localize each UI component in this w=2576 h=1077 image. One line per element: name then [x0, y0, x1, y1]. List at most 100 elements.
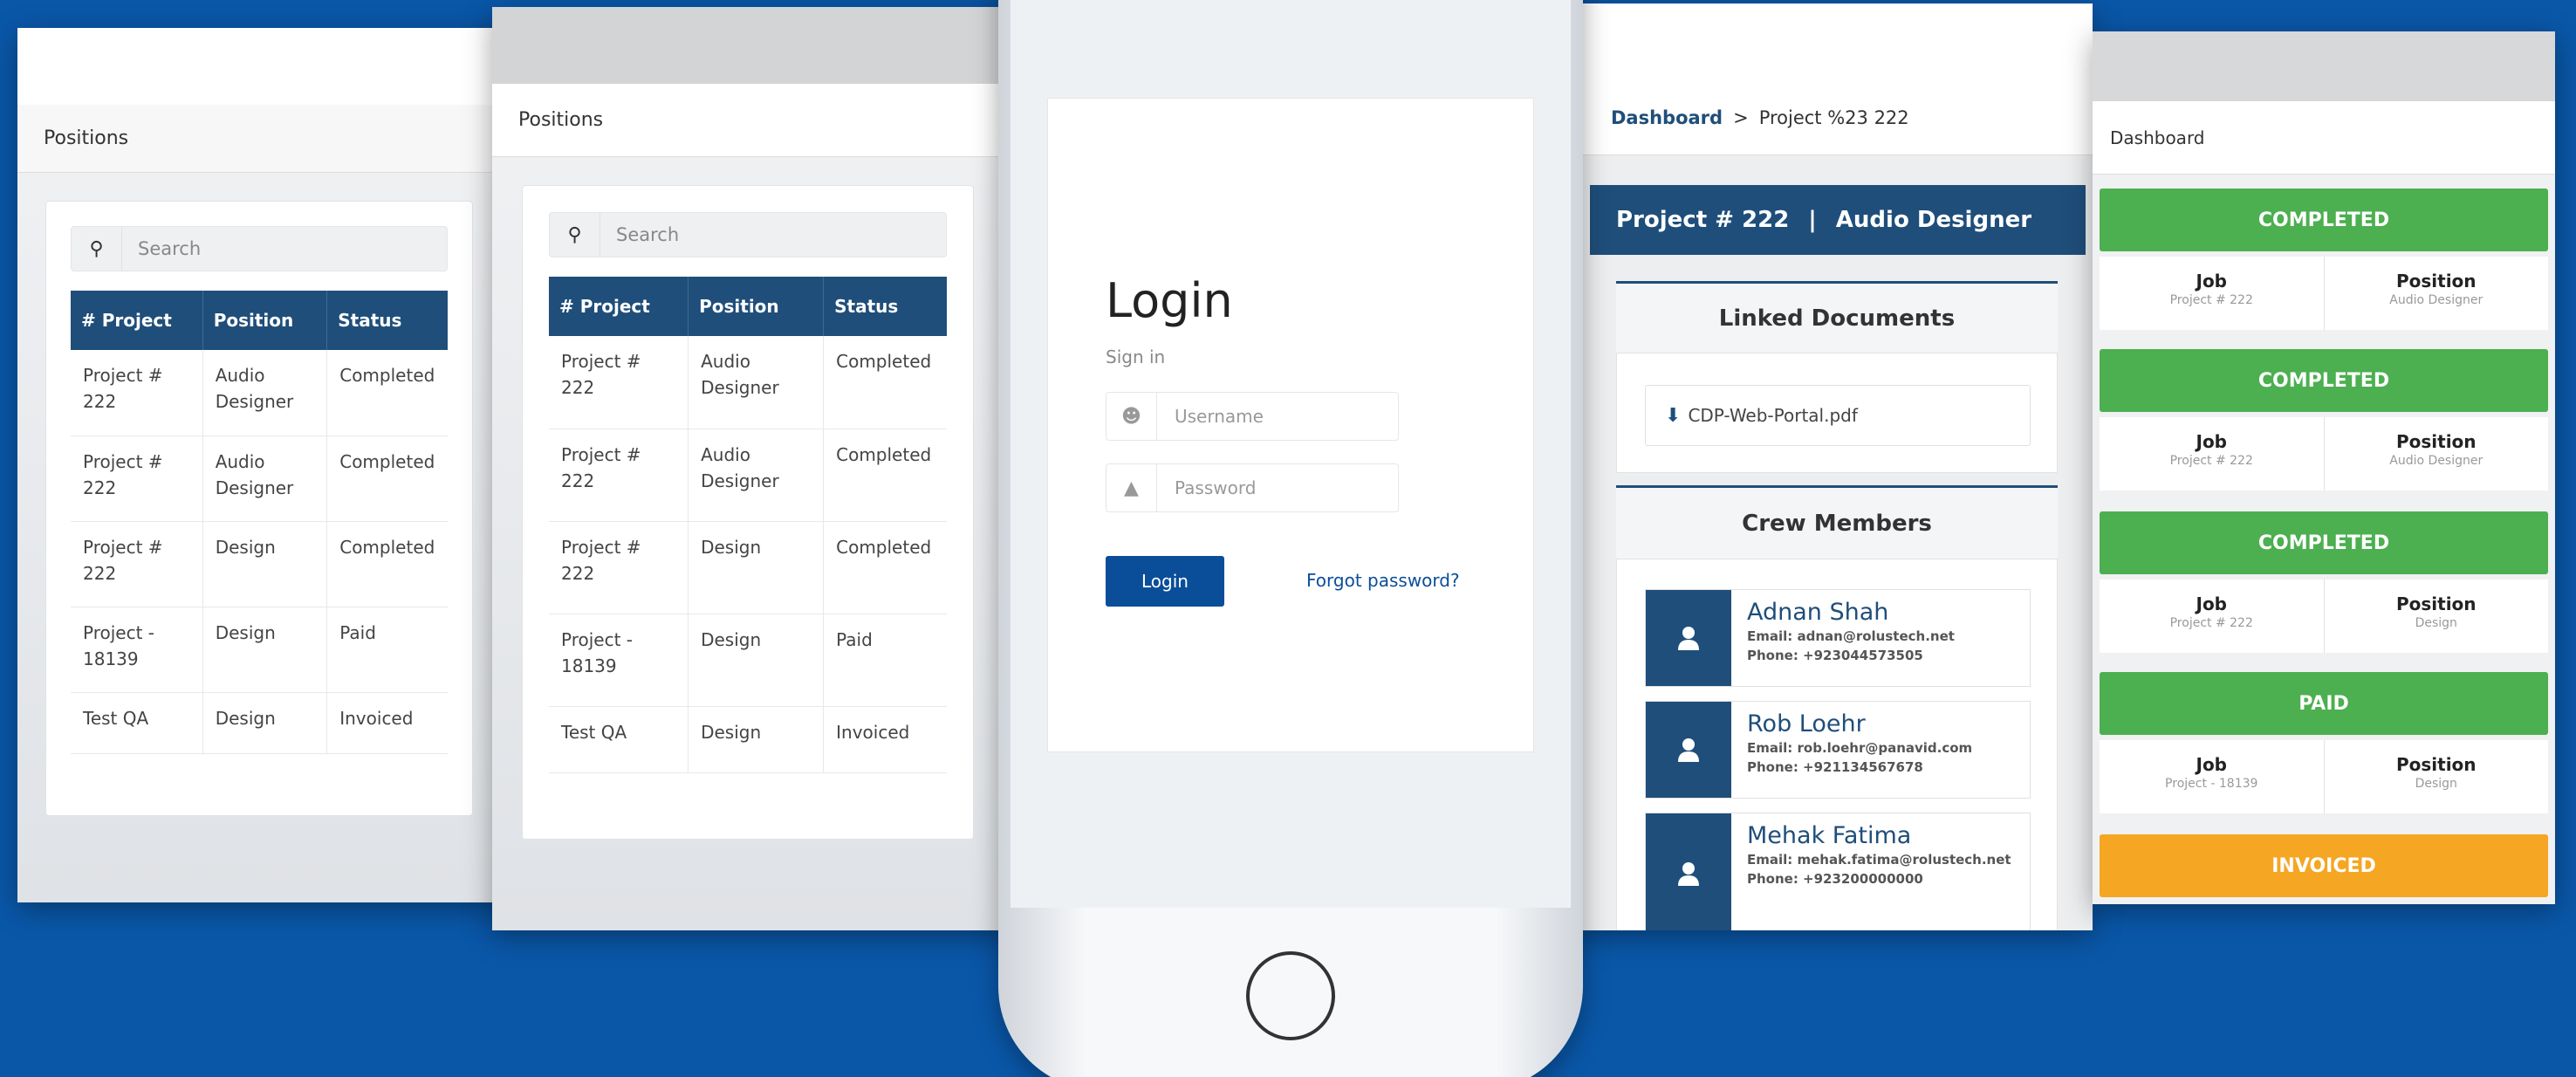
table-header-row: # Project Position Status: [549, 277, 947, 336]
cell-status: Completed: [326, 350, 448, 436]
cell-project: Project # 222: [71, 436, 203, 522]
search-icon: ⚲: [72, 227, 122, 271]
col-status[interactable]: Status: [823, 277, 947, 336]
cell-position: Audio Designer: [202, 436, 328, 522]
crew-name: Adnan Shah: [1747, 599, 1889, 626]
col-status[interactable]: Status: [326, 291, 448, 350]
crew-email[interactable]: Email: rob.loehr@panavid.com: [1747, 738, 1972, 758]
crew-member-card[interactable]: Mehak Fatima Email: mehak.fatima@roluste…: [1645, 813, 2031, 930]
table-row[interactable]: Project # 222 Audio Designer Completed: [549, 429, 947, 522]
cell-project: Test QA: [71, 692, 203, 754]
crew-members-header: Crew Members: [1616, 485, 2058, 559]
position-label: Position: [2395, 593, 2477, 614]
search-box[interactable]: ⚲ Search: [71, 226, 448, 271]
crew-email[interactable]: Email: adnan@rolustech.net: [1747, 627, 1955, 646]
col-position[interactable]: Position: [688, 277, 825, 336]
job-label: Job: [2196, 431, 2228, 452]
position-cell: Position Audio Designer: [2325, 417, 2549, 490]
phone-screen: Login Sign in ☻ Username ▲ Password Logi…: [1011, 0, 1571, 908]
search-icon: ⚲: [550, 213, 600, 257]
home-button[interactable]: [1246, 951, 1335, 1040]
job-position-row[interactable]: Job Project # 222 Position Design: [2100, 580, 2548, 653]
position-label: Position: [2395, 271, 2477, 292]
document-link[interactable]: ⬇ CDP-Web-Portal.pdf: [1645, 385, 2031, 446]
table-header-row: # Project Position Status: [71, 291, 448, 350]
crew-members-body: Adnan Shah Email: adnan@rolustech.net Ph…: [1616, 559, 2058, 930]
positions-card: ⚲ Search # Project Position Status Proje…: [45, 201, 473, 816]
search-input[interactable]: Search: [122, 238, 201, 259]
user-avatar-icon: [1646, 702, 1731, 798]
cell-status: Paid: [326, 607, 448, 693]
job-cell: Job Project # 222: [2100, 417, 2325, 490]
col-project[interactable]: # Project: [71, 291, 203, 350]
password-input[interactable]: Password: [1157, 477, 1256, 498]
status-text: COMPLETED: [2257, 369, 2390, 392]
cell-position: Design: [688, 614, 825, 707]
status-badge: COMPLETED: [2100, 349, 2548, 412]
password-field[interactable]: ▲ Password: [1106, 463, 1399, 512]
table-row[interactable]: Project # 222 Design Completed: [549, 521, 947, 614]
breadcrumb-current: Project %23 222: [1758, 106, 1909, 128]
table-row[interactable]: Test QA Design Invoiced: [549, 706, 947, 773]
positions-table: # Project Position Status Project # 222 A…: [71, 291, 448, 754]
job-position-row[interactable]: Job Project # 222 Position Audio Designer: [2100, 257, 2548, 330]
job-label: Job: [2196, 593, 2228, 614]
job-value: Project # 222: [2169, 616, 2253, 630]
panel-topbar-grey: [2093, 31, 2555, 101]
username-input[interactable]: Username: [1157, 406, 1264, 427]
cell-position: Design: [688, 706, 825, 773]
positions-table-wrap: # Project Position Status Project # 222 A…: [71, 291, 448, 754]
cell-project: Project # 222: [71, 350, 203, 436]
download-icon: ⬇: [1665, 404, 1682, 427]
header-separator: |: [1808, 207, 1817, 233]
table-row[interactable]: Project - 18139 Design Paid: [71, 607, 448, 693]
crew-phone[interactable]: Phone: +923200000000: [1747, 869, 2011, 888]
cell-position: Audio Designer: [688, 429, 825, 522]
position-value: Audio Designer: [2389, 454, 2484, 468]
cell-project: Project # 222: [71, 521, 203, 607]
user-avatar-icon: [1646, 590, 1731, 686]
crew-member-card[interactable]: Adnan Shah Email: adnan@rolustech.net Ph…: [1645, 589, 2031, 687]
table-row[interactable]: Project # 222 Audio Designer Completed: [549, 336, 947, 429]
positions-table-wrap: # Project Position Status Project # 222 A…: [549, 277, 947, 773]
job-value: Project # 222: [2169, 454, 2253, 468]
col-position[interactable]: Position: [202, 291, 328, 350]
positions-panel-left: Positions ⚲ Search # Project Position St…: [17, 28, 506, 902]
crew-phone[interactable]: Phone: +923044573505: [1747, 646, 1955, 665]
table-row[interactable]: Project # 222 Audio Designer Completed: [71, 350, 448, 436]
login-button[interactable]: Login: [1106, 556, 1224, 607]
positions-card: ⚲ Search # Project Position Status Proje…: [522, 185, 974, 840]
job-position-row[interactable]: Job Project # 222 Position Audio Designer: [2100, 417, 2548, 490]
table-row[interactable]: Project # 222 Design Completed: [71, 521, 448, 607]
cell-position: Design: [202, 692, 328, 754]
username-field[interactable]: ☻ Username: [1106, 392, 1399, 441]
breadcrumb-separator: >: [1733, 106, 1749, 128]
search-input[interactable]: Search: [600, 224, 679, 245]
position-cell: Position Audio Designer: [2325, 257, 2549, 330]
panel-topbar-blank: [1571, 3, 2093, 80]
dashboard-topbar: Dashboard: [2093, 101, 2555, 175]
search-box[interactable]: ⚲ Search: [549, 212, 947, 257]
cell-project: Project # 222: [549, 521, 689, 614]
job-value: Project - 18139: [2165, 777, 2258, 791]
cell-status: Invoiced: [326, 692, 448, 754]
crew-member-card[interactable]: Rob Loehr Email: rob.loehr@panavid.com P…: [1645, 701, 2031, 799]
crew-email[interactable]: Email: mehak.fatima@rolustech.net: [1747, 850, 2011, 869]
crew-phone[interactable]: Phone: +921134567678: [1747, 758, 1972, 777]
position-label: Position: [2395, 431, 2477, 452]
cell-project: Project # 222: [549, 336, 689, 429]
table-row[interactable]: Test QA Design Invoiced: [71, 692, 448, 754]
cell-status: Completed: [823, 336, 947, 429]
job-position-row[interactable]: Job Project - 18139 Position Design: [2100, 740, 2548, 813]
forgot-password-link[interactable]: Forgot password?: [1306, 570, 1460, 591]
status-text: INVOICED: [2271, 854, 2376, 877]
table-row[interactable]: Project # 222 Audio Designer Completed: [71, 436, 448, 522]
breadcrumb: Dashboard > Project %23 222: [1571, 80, 2093, 155]
cell-position: Audio Designer: [202, 350, 328, 436]
linked-documents-body: ⬇ CDP-Web-Portal.pdf: [1616, 353, 2058, 473]
breadcrumb-dashboard[interactable]: Dashboard: [1611, 107, 1723, 128]
positions-topbar: Positions: [492, 84, 1012, 157]
position-value: Design: [2415, 777, 2457, 791]
table-row[interactable]: Project - 18139 Design Paid: [549, 614, 947, 707]
col-project[interactable]: # Project: [549, 277, 689, 336]
